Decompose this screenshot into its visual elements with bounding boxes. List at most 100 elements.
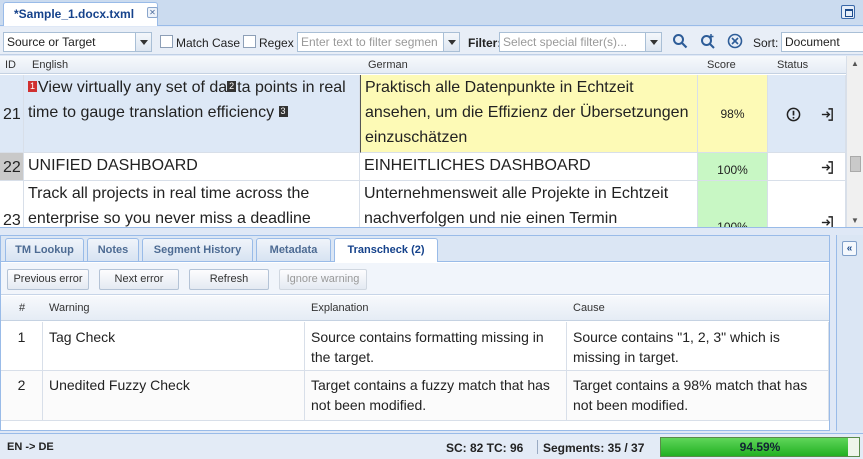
- status-bar: EN -> DE SC: 82 TC: 96 Segments: 35 / 37…: [0, 433, 863, 459]
- target-cell[interactable]: Unternehmensweit alle Projekte in Echtze…: [360, 181, 698, 227]
- confirm-segment-icon[interactable]: [820, 105, 835, 130]
- ignore-warning-button[interactable]: Ignore warning: [279, 269, 367, 290]
- segment-grid: ID English German Score Status 21 1 View …: [0, 56, 863, 228]
- refresh-button[interactable]: Refresh: [189, 269, 269, 290]
- text-filter-input[interactable]: Enter text to filter segmen: [297, 32, 460, 52]
- header-explanation: Explanation: [311, 302, 369, 314]
- progress-bar: 94.59%: [660, 437, 860, 457]
- target-text: Praktisch alle Datenpunkte in Echtzeit a…: [365, 79, 689, 146]
- score-cell: 100%: [698, 153, 768, 181]
- header-score: Score: [707, 59, 736, 71]
- match-case-checkbox[interactable]: [160, 35, 173, 48]
- warning-num: 2: [1, 371, 43, 421]
- chevron-down-icon[interactable]: [135, 33, 151, 51]
- status-cell: [768, 153, 846, 181]
- zoom-plus-icon[interactable]: [699, 33, 717, 51]
- header-source: English: [32, 59, 69, 71]
- score-value: 100%: [717, 220, 748, 228]
- grid-header: ID English German Score Status: [0, 56, 846, 74]
- warning-cause: Source contains "1, 2, 3" which is missi…: [567, 322, 829, 371]
- source-cell[interactable]: Track all projects in real time across t…: [24, 181, 360, 227]
- filter-toolbar: Source or Target Match Case Regex Enter …: [0, 27, 863, 55]
- header-id: ID: [5, 59, 16, 71]
- search-icon[interactable]: [671, 33, 689, 51]
- search-scope-value: Source or Target: [7, 35, 96, 49]
- warning-explanation: Target contains a fuzzy match that has n…: [305, 371, 567, 421]
- expand-panel-icon[interactable]: «: [842, 241, 857, 256]
- maximize-icon[interactable]: [841, 5, 855, 19]
- char-count: SC: 82 TC: 96: [446, 441, 524, 455]
- source-cell[interactable]: UNIFIED DASHBOARD: [24, 153, 360, 181]
- grid-scrollbar[interactable]: ▲ ▼: [846, 56, 863, 227]
- source-text: Track all projects in real time across t…: [28, 185, 311, 227]
- filter-label: Filter:: [468, 36, 502, 50]
- row-id: 23: [3, 212, 21, 228]
- language-pair: EN -> DE: [7, 441, 54, 453]
- target-cell-editor[interactable]: Praktisch alle Datenpunkte in Echtzeit a…: [360, 75, 698, 153]
- match-case-label: Match Case: [176, 36, 241, 50]
- scroll-down-icon[interactable]: ▼: [851, 216, 859, 225]
- sort-value: Document: [785, 35, 840, 49]
- special-filter-select[interactable]: Select special filter(s)...: [499, 32, 662, 52]
- tag-marker: 1: [28, 81, 38, 92]
- status-cell: [768, 181, 846, 227]
- progress-text: 94.59%: [739, 440, 781, 454]
- side-panel-collapsed: «: [836, 235, 863, 431]
- target-text: Unternehmensweit alle Projekte in Echtze…: [364, 185, 669, 227]
- bottom-panel: TM Lookup Notes Segment History Metadata…: [0, 235, 830, 431]
- confirm-segment-icon[interactable]: [820, 158, 835, 180]
- warning-cause: Target contains a 98% match that has not…: [567, 371, 829, 421]
- score-cell: 100%: [698, 181, 768, 228]
- divider: [537, 440, 538, 454]
- warning-explanation: Source contains formatting missing in th…: [305, 322, 567, 371]
- clear-filter-icon[interactable]: [726, 33, 744, 51]
- search-scope-select[interactable]: Source or Target: [3, 32, 152, 52]
- document-tab-title: *Sample_1.docx.txml: [14, 7, 135, 21]
- tab-segment-history[interactable]: Segment History: [142, 238, 253, 261]
- header-num: #: [19, 302, 26, 314]
- warning-name: Tag Check: [43, 322, 305, 371]
- row-id: 22: [3, 159, 21, 176]
- next-error-button[interactable]: Next error: [99, 269, 179, 290]
- row-id: 21: [3, 106, 21, 123]
- header-target: German: [368, 59, 408, 71]
- scroll-up-icon[interactable]: ▲: [851, 59, 859, 68]
- tag-marker: 2: [227, 81, 237, 92]
- header-status: Status: [777, 59, 809, 71]
- score-value: 98%: [720, 107, 745, 121]
- source-text: UNIFIED DASHBOARD: [28, 157, 198, 174]
- scrollbar-thumb[interactable]: [850, 156, 861, 172]
- tab-notes[interactable]: Notes: [87, 238, 139, 261]
- warnings-header: # Warning Explanation Cause: [1, 296, 829, 321]
- segment-count: Segments: 35 / 37: [543, 441, 645, 455]
- warning-name: Unedited Fuzzy Check: [43, 371, 305, 421]
- target-cell[interactable]: EINHEITLICHES DASHBOARD: [360, 153, 698, 181]
- regex-checkbox[interactable]: [243, 35, 256, 48]
- score-cell: 98%: [698, 75, 768, 153]
- close-tab-icon[interactable]: ✕: [147, 7, 158, 18]
- text-filter-placeholder: Enter text to filter segmen: [301, 35, 438, 49]
- source-text: View virtually any set of da: [38, 79, 228, 96]
- target-text: EINHEITLICHES DASHBOARD: [364, 157, 591, 174]
- chevron-down-icon[interactable]: [443, 33, 459, 51]
- row-id-cell: 22: [0, 153, 24, 181]
- bottom-tabs: TM Lookup Notes Segment History Metadata…: [1, 236, 829, 262]
- status-cell: [768, 75, 846, 153]
- chevron-down-icon[interactable]: [645, 33, 661, 51]
- tab-tm-lookup[interactable]: TM Lookup: [5, 238, 84, 261]
- confirm-segment-icon[interactable]: [820, 213, 835, 227]
- source-cell[interactable]: 1 View virtually any set of da 2 ta points …: [24, 75, 360, 153]
- regex-label: Regex: [259, 36, 294, 50]
- sort-select[interactable]: Document: [781, 32, 863, 52]
- tab-metadata[interactable]: Metadata: [256, 238, 331, 261]
- tab-transcheck[interactable]: Transcheck (2): [334, 238, 438, 262]
- document-tab[interactable]: *Sample_1.docx.txml ✕: [3, 2, 158, 26]
- header-warning: Warning: [49, 302, 90, 314]
- previous-error-button[interactable]: Previous error: [7, 269, 89, 290]
- row-id-cell: 23: [0, 181, 24, 228]
- row-id-cell: 21: [0, 75, 24, 153]
- document-tabbar: *Sample_1.docx.txml ✕: [0, 0, 863, 26]
- warning-icon[interactable]: [786, 105, 801, 130]
- score-value: 100%: [717, 163, 748, 177]
- header-cause: Cause: [573, 302, 605, 314]
